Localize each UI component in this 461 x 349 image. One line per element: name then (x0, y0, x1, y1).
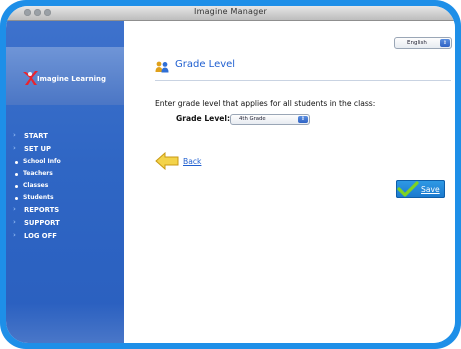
title-divider (155, 80, 451, 81)
save-button-label: Save (421, 184, 440, 194)
nav-reports-label: REPORTS (24, 206, 60, 214)
main-content: English ⇕ Grade Level Enter grade level … (124, 21, 455, 343)
brand-name: Imagine Learning (37, 75, 106, 83)
nav-support[interactable]: › SUPPORT (6, 217, 124, 230)
nav-setup[interactable]: › SET UP (6, 143, 124, 156)
nav-teachers-label: Teachers (23, 170, 53, 177)
language-select[interactable]: English ⇕ (394, 37, 452, 49)
nav-marker-icon: › (13, 131, 16, 139)
grade-level-label: Grade Level: (176, 114, 231, 123)
bullet-icon (15, 197, 18, 200)
title-bar: Imagine Manager (6, 6, 455, 21)
back-button[interactable]: Back (155, 151, 201, 171)
back-button-label: Back (183, 156, 202, 166)
nav-school-info-label: School Info (23, 158, 61, 165)
nav-classes[interactable]: Classes (6, 180, 124, 192)
brand-band: Imagine Learning (6, 47, 124, 105)
nav-students-label: Students (23, 194, 54, 201)
grade-level-value: 4th Grade (239, 116, 266, 122)
bullet-icon (15, 161, 18, 164)
nav-reports[interactable]: › REPORTS (6, 204, 124, 217)
nav-marker-icon: › (13, 205, 16, 213)
side-nav: › START › SET UP School Info Teachers Cl… (6, 130, 124, 243)
chevron-updown-icon: ⇕ (440, 39, 450, 47)
sidebar: Imagine Learning › START › SET UP School… (6, 21, 124, 343)
nav-students[interactable]: Students (6, 192, 124, 204)
sidebar-fade (6, 303, 124, 343)
nav-marker-icon: › (13, 218, 16, 226)
nav-start-label: START (24, 132, 48, 140)
bullet-icon (15, 185, 18, 188)
bullet-icon (15, 173, 18, 176)
language-select-value: English (407, 40, 427, 46)
device-frame: Imagine Manager Imagine Learning › START… (0, 0, 461, 349)
app-window: Imagine Manager Imagine Learning › START… (6, 6, 455, 343)
back-arrow-icon (155, 152, 179, 170)
nav-logoff-label: LOG OFF (24, 232, 57, 240)
checkmark-icon (397, 181, 419, 197)
nav-support-label: SUPPORT (24, 219, 60, 227)
page-title: Grade Level (175, 59, 236, 70)
window-title: Imagine Manager (194, 7, 267, 16)
chevron-updown-icon: ⇕ (298, 116, 308, 123)
nav-setup-label: SET UP (24, 145, 52, 153)
nav-teachers[interactable]: Teachers (6, 168, 124, 180)
nav-classes-label: Classes (23, 182, 49, 189)
nav-school-info[interactable]: School Info (6, 156, 124, 168)
nav-marker-icon: › (13, 144, 16, 152)
nav-start[interactable]: › START (6, 130, 124, 143)
people-icon (155, 61, 169, 73)
save-button[interactable]: Save (396, 180, 445, 198)
instruction-text: Enter grade level that applies for all s… (155, 99, 376, 108)
nav-logoff[interactable]: › LOG OFF (6, 230, 124, 243)
nav-marker-icon: › (13, 231, 16, 239)
grade-level-select[interactable]: 4th Grade ⇕ (230, 114, 310, 125)
